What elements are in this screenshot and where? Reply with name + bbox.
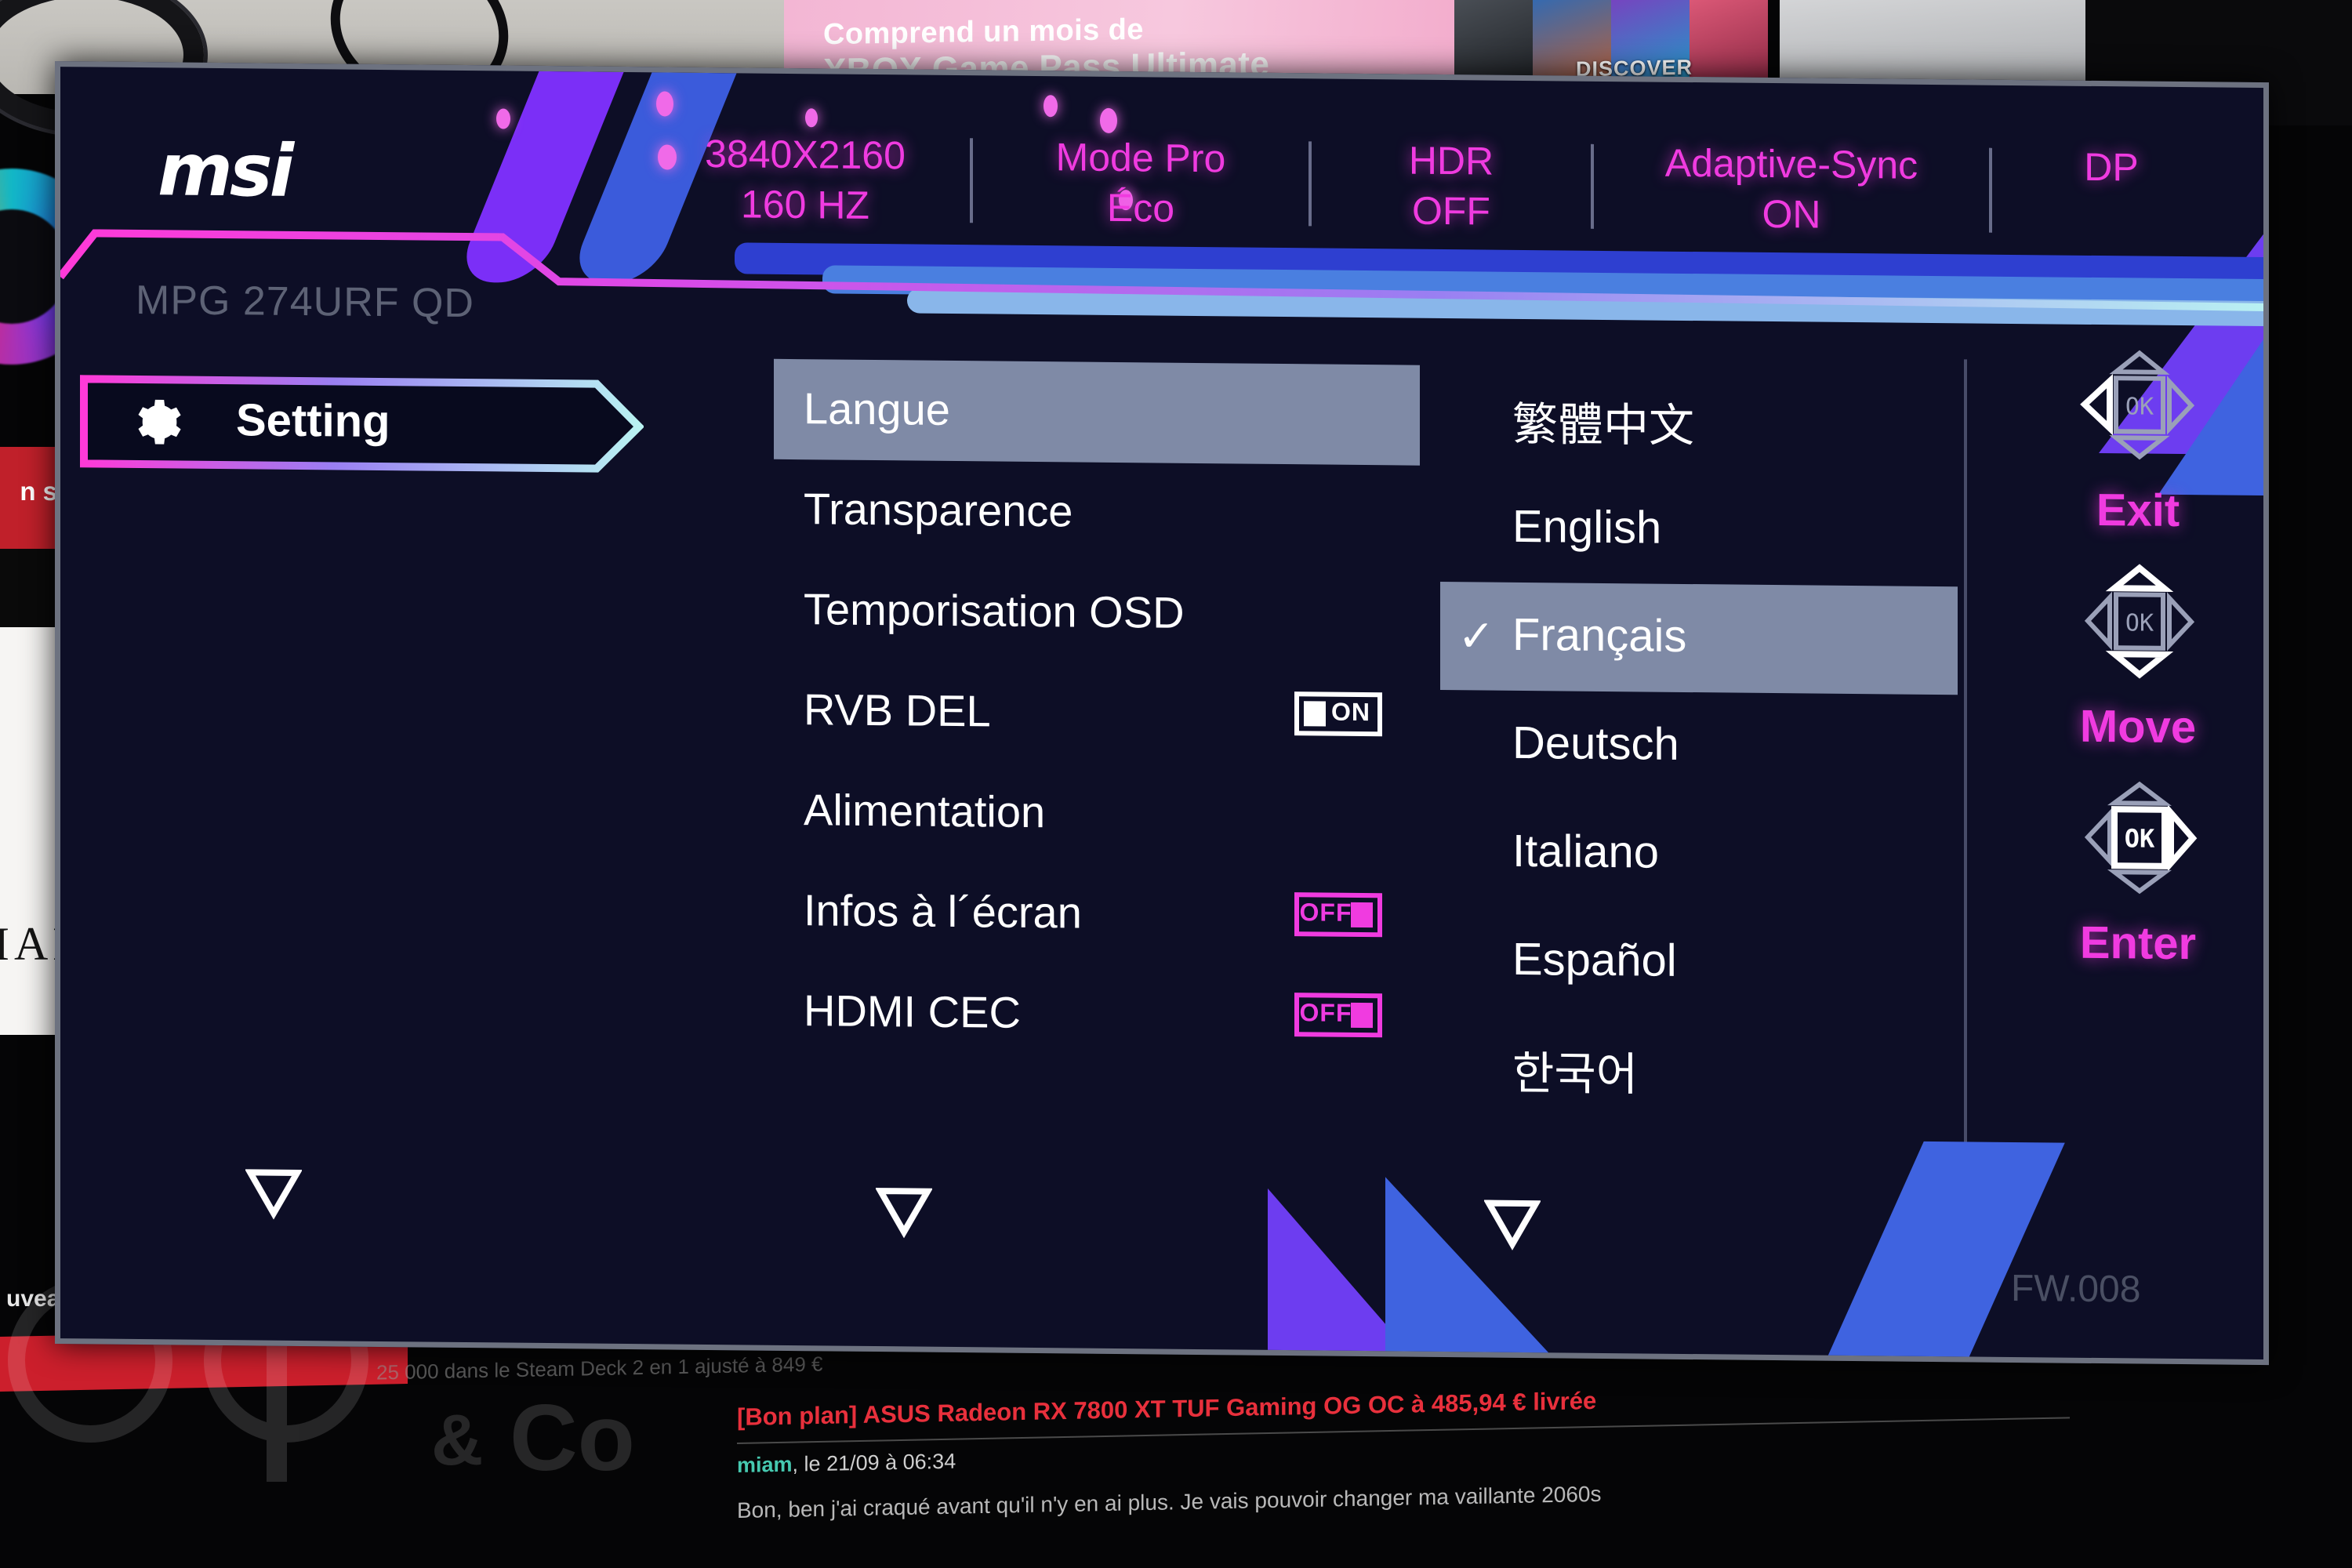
menu-item-label: Langue	[804, 384, 950, 434]
scroll-down-icon-menu-column[interactable]	[876, 1185, 932, 1239]
language-option-label: Français	[1512, 610, 1687, 662]
menu-item-label: Temporisation OSD	[804, 585, 1185, 637]
checkmark-icon	[1440, 960, 1512, 961]
language-option-label: Deutsch	[1512, 718, 1679, 771]
status-sync-value: ON	[1762, 192, 1821, 238]
status-input-value: DP	[2084, 145, 2139, 191]
status-input-source: DP	[1992, 142, 2230, 194]
firmware-version: FW.008	[2011, 1267, 2141, 1312]
toggle-badge-text: ON	[1331, 699, 1370, 728]
menu-item-label: RVB DEL	[804, 685, 991, 736]
nav-exit[interactable]: OK Exit	[2005, 336, 2269, 539]
toggle-badge-hdmi-cec[interactable]: OFF	[1294, 993, 1382, 1038]
menu-item-temporisation-osd[interactable]: Temporisation OSD	[774, 560, 1420, 666]
menu-item-alimentation[interactable]: Alimentation	[774, 760, 1420, 867]
language-option-zh-tw[interactable]: 繁體中文	[1440, 365, 1958, 478]
menu-item-transparence[interactable]: Transparence	[774, 459, 1420, 566]
deco-triangle-blue-bottom	[1385, 1177, 1573, 1366]
monitor-osd-panel: msi 3840X2160 160 HZ Mode Pro Éco HDR OF…	[55, 61, 2269, 1366]
joystick-ok-icon: OK	[2084, 781, 2198, 895]
status-resolution-value: 3840X2160	[705, 132, 906, 179]
nav-move[interactable]: OK Move	[2005, 553, 2269, 756]
status-hdr-label: HDR	[1408, 139, 1494, 184]
status-mode-label: Mode Pro	[1055, 136, 1226, 182]
toggle-badge-rvb-del[interactable]: ON	[1294, 691, 1382, 737]
settings-menu-column: Langue Transparence Temporisation OSD RV…	[774, 358, 1420, 1068]
language-option-italiano[interactable]: Italiano	[1440, 798, 1958, 911]
joystick-updown-icon: OK	[2084, 564, 2195, 679]
language-options-column: 繁體中文 English ✓ Français Deutsch Italiano…	[1440, 365, 1958, 1127]
deco-dot	[656, 91, 673, 117]
checkmark-icon	[1440, 419, 1512, 420]
svg-text:OK: OK	[2125, 823, 2155, 853]
menu-item-rvb-del[interactable]: RVB DEL ON	[774, 660, 1420, 767]
deco-dot	[1044, 95, 1058, 118]
toggle-badge-text: OFF	[1299, 1000, 1352, 1028]
article-body: Bon, ben j'ai craqué avant qu'il n'y en …	[737, 1481, 1602, 1523]
status-refresh-value: 160 HZ	[741, 183, 869, 228]
checkmark-icon	[1440, 852, 1512, 853]
checkmark-icon	[1440, 744, 1512, 745]
gear-icon	[138, 399, 181, 445]
menu-item-infos-a-l-ecran[interactable]: Infos à l´écran OFF	[774, 861, 1420, 967]
menu-item-label: Transparence	[804, 485, 1073, 536]
menu-item-hdmi-cec[interactable]: HDMI CEC OFF	[774, 961, 1420, 1068]
deco-bar-blue-bottom	[1819, 1141, 2065, 1366]
language-option-english[interactable]: English	[1440, 474, 1958, 586]
status-resolution: 3840X2160 160 HZ	[641, 129, 970, 232]
tab-setting[interactable]: Setting	[79, 374, 644, 474]
language-option-francais[interactable]: ✓ Français	[1440, 581, 1958, 695]
menu-item-label: Infos à l´écran	[804, 886, 1082, 938]
language-option-deutsch[interactable]: Deutsch	[1440, 690, 1958, 803]
checkmark-icon: ✓	[1457, 612, 1495, 661]
nav-enter-label: Enter	[2079, 918, 2197, 971]
article-meta: miam, le 21/09 à 06:34	[737, 1449, 956, 1477]
monitor-model-name: MPG 274URF QD	[136, 275, 474, 327]
article-title[interactable]: [Bon plan] ASUS Radeon RX 7800 XT TUF Ga…	[737, 1377, 2070, 1432]
toggle-badge-text: OFF	[1299, 900, 1352, 927]
menu-item-langue[interactable]: Langue	[774, 358, 1420, 466]
language-option-label: 한국어	[1512, 1048, 1639, 1101]
nav-exit-label: Exit	[2096, 485, 2180, 538]
status-mode-value: Éco	[1106, 186, 1175, 231]
status-sync-label: Adaptive-Sync	[1664, 141, 1918, 188]
menu-item-label: Alimentation	[804, 786, 1046, 837]
osd-nav-hints: OK Exit OK Move OK Enter	[2005, 336, 2269, 988]
scroll-down-icon-tab-column[interactable]	[245, 1166, 302, 1220]
msi-logo: msi	[158, 127, 292, 213]
status-hdr-value: OFF	[1412, 189, 1490, 234]
tab-setting-label: Setting	[236, 396, 390, 448]
svg-text:OK: OK	[2125, 609, 2154, 637]
status-hdr: HDR OFF	[1312, 135, 1591, 238]
background-article: [Bon plan] ASUS Radeon RX 7800 XT TUF Ga…	[737, 1377, 2070, 1523]
deco-dot	[496, 108, 510, 129]
deco-dot	[805, 108, 818, 128]
deco-dot	[1100, 107, 1117, 134]
nav-enter[interactable]: OK Enter	[2005, 769, 2269, 972]
language-option-label: Español	[1512, 935, 1677, 987]
status-mode: Mode Pro Éco	[973, 132, 1308, 235]
language-option-korean[interactable]: 한국어	[1440, 1014, 1958, 1127]
menu-item-label: HDMI CEC	[804, 986, 1021, 1037]
language-option-label: Italiano	[1512, 826, 1660, 879]
joystick-left-icon: OK	[2080, 350, 2195, 460]
nav-move-label: Move	[2079, 702, 2197, 754]
language-option-label: English	[1512, 502, 1662, 554]
status-adaptive-sync: Adaptive-Sync ON	[1594, 138, 1989, 242]
toggle-badge-infos-ecran[interactable]: OFF	[1294, 892, 1382, 938]
language-option-espanol[interactable]: Español	[1440, 906, 1958, 1019]
language-option-label: 繁體中文	[1512, 399, 1695, 452]
svg-text:OK: OK	[2125, 393, 2154, 420]
